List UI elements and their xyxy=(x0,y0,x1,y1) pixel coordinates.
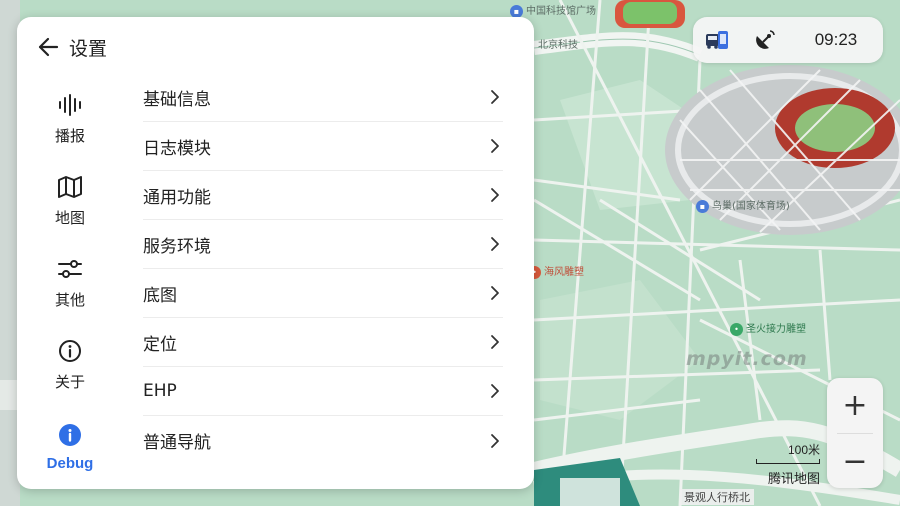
zoom-in-button[interactable]: + xyxy=(827,378,883,433)
map-scale: 100米 腾讯地图 xyxy=(756,441,820,487)
sidebar-item-broadcast[interactable]: 播报 xyxy=(27,77,113,159)
chevron-right-icon xyxy=(487,285,503,301)
chevron-right-icon xyxy=(487,89,503,105)
settings-panel: 设置 播报 地图 其他 关于 Debug 基础信息 日志模块 通用功能 服务环境… xyxy=(17,17,534,489)
menu-item-label: EHP xyxy=(143,381,177,401)
sidebar-item-label: 其他 xyxy=(54,290,85,309)
chevron-right-icon xyxy=(487,138,503,154)
page-title: 设置 xyxy=(69,37,108,60)
chevron-right-icon xyxy=(487,383,503,399)
chevron-right-icon xyxy=(487,433,503,449)
sidebar-item-label: 播报 xyxy=(54,126,85,145)
status-bar: 09:23 xyxy=(693,17,883,63)
menu-item-label: 服务环境 xyxy=(143,236,211,257)
poi-pin-icon: ▪ xyxy=(510,4,523,18)
sidebar-item-debug[interactable]: Debug xyxy=(27,405,113,487)
zoom-out-button[interactable]: − xyxy=(827,434,883,489)
settings-menu: 基础信息 日志模块 通用功能 服务环境 底图 定位 EHP 普通导航 xyxy=(143,73,503,465)
poi-label[interactable]: ▪ 中国科技馆广场 xyxy=(510,2,596,18)
poi-torch[interactable]: • 圣火接力雕塑 xyxy=(730,320,806,336)
poi-pin-icon: • xyxy=(730,322,743,336)
satellite-dish-icon[interactable] xyxy=(741,17,789,63)
menu-item-base-map[interactable]: 底图 xyxy=(143,269,503,318)
arrow-left-icon[interactable] xyxy=(35,34,61,60)
sidebar-item-about[interactable]: 关于 xyxy=(27,323,113,405)
clock-time: 09:23 xyxy=(814,30,858,49)
menu-item-general-functions[interactable]: 通用功能 xyxy=(143,171,503,220)
watermark: mpyit.com xyxy=(686,348,808,370)
menu-item-service-env[interactable]: 服务环境 xyxy=(143,220,503,269)
menu-item-positioning[interactable]: 定位 xyxy=(143,318,503,367)
info-icon xyxy=(56,337,84,365)
scale-bar xyxy=(756,459,820,464)
menu-item-label: 基础信息 xyxy=(143,89,211,110)
vehicle-status-icon[interactable] xyxy=(693,17,741,63)
scale-distance: 100米 xyxy=(787,443,820,457)
poi-label[interactable]: 北京科技 xyxy=(538,36,578,51)
chevron-right-icon xyxy=(487,187,503,203)
chevron-right-icon xyxy=(487,334,503,350)
menu-item-basic-info[interactable]: 基础信息 xyxy=(143,73,503,122)
road-label: 景观人行桥北 xyxy=(680,489,754,505)
sliders-icon xyxy=(56,255,84,283)
sidebar-item-label: Debug xyxy=(46,454,94,472)
menu-item-ehp[interactable]: EHP xyxy=(143,367,503,416)
menu-item-label: 日志模块 xyxy=(143,138,211,159)
zoom-control: + − xyxy=(827,378,883,488)
info-filled-icon xyxy=(56,421,84,449)
sidebar-item-other[interactable]: 其他 xyxy=(27,241,113,323)
poi-statue[interactable]: • 海风雕塑 xyxy=(528,263,584,279)
sidebar-item-map[interactable]: 地图 xyxy=(27,159,113,241)
settings-sidebar: 播报 地图 其他 关于 Debug xyxy=(27,77,113,487)
menu-item-label: 定位 xyxy=(143,334,177,355)
broadcast-icon xyxy=(56,91,84,119)
sidebar-item-label: 地图 xyxy=(54,208,85,227)
poi-pin-icon: ▪ xyxy=(696,199,709,213)
poi-stadium[interactable]: ▪ 鸟巢(国家体育场) xyxy=(696,197,790,213)
chevron-right-icon xyxy=(487,236,503,252)
sidebar-item-label: 关于 xyxy=(54,372,85,391)
menu-item-log-module[interactable]: 日志模块 xyxy=(143,122,503,171)
panel-header: 设置 xyxy=(35,31,107,63)
menu-item-normal-navigation[interactable]: 普通导航 xyxy=(143,416,503,465)
menu-item-label: 普通导航 xyxy=(143,433,211,453)
menu-item-label: 通用功能 xyxy=(143,187,211,208)
map-brand-logo: 腾讯地图 xyxy=(767,472,820,487)
map-icon xyxy=(56,173,84,201)
menu-item-label: 底图 xyxy=(143,285,177,306)
